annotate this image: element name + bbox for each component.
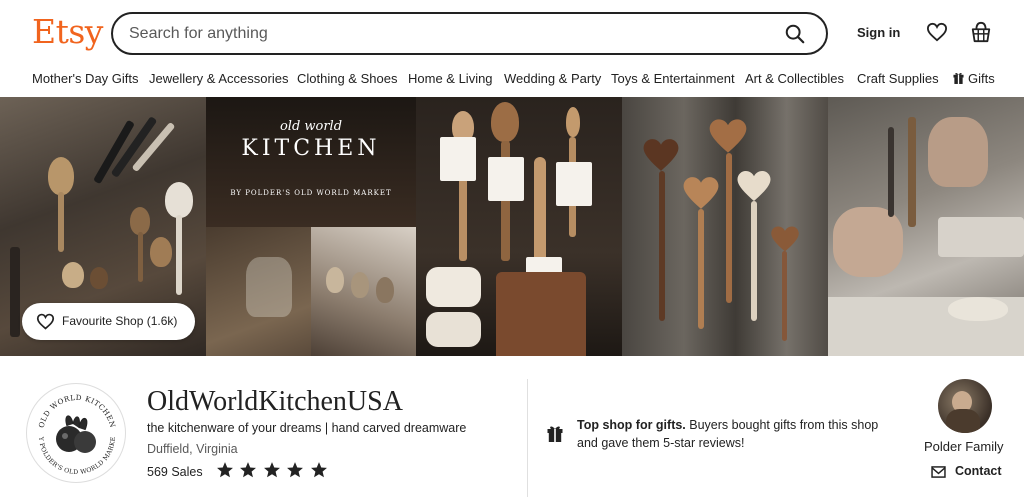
section-divider [527, 379, 528, 497]
shop-location: Duffield, Virginia [147, 442, 238, 456]
category-clothing-shoes[interactable]: Clothing & Shoes [297, 71, 397, 86]
shop-banner: old world KITCHEN BY POLDER'S OLD WORLD … [0, 97, 1024, 356]
kitchen-subtitle: BY POLDER'S OLD WORLD MARKET [230, 189, 392, 197]
category-gifts-label: Gifts [968, 71, 995, 86]
sign-in-link[interactable]: Sign in [857, 25, 900, 40]
shop-sales-count[interactable]: 569 Sales [147, 465, 203, 479]
gift-icon [953, 73, 964, 84]
banner-photo-packaged-spoons [416, 97, 622, 356]
shop-tagline: the kitchenware of your dreams | hand ca… [147, 421, 467, 435]
heart-icon [36, 313, 55, 330]
kitchen-big-title: KITCHEN [241, 136, 381, 161]
banner-photo-kitchen: old world KITCHEN BY POLDER'S OLD WORLD … [206, 97, 416, 356]
category-gifts[interactable]: Gifts [953, 71, 995, 86]
category-mothers-day-gifts[interactable]: Mother's Day Gifts [32, 71, 139, 86]
star-icon [310, 462, 327, 478]
search-bar[interactable] [111, 12, 828, 55]
category-craft-supplies[interactable]: Craft Supplies [857, 71, 939, 86]
category-toys-entertainment[interactable]: Toys & Entertainment [611, 71, 735, 86]
basket-icon[interactable] [970, 20, 992, 44]
favourite-shop-button[interactable]: Favourite Shop (1.6k) [22, 303, 195, 340]
top-shop-message: Top shop for gifts. Buyers bought gifts … [577, 416, 902, 452]
banner-photo-heart-spoons [622, 97, 828, 356]
category-wedding-party[interactable]: Wedding & Party [504, 71, 601, 86]
category-jewellery-accessories[interactable]: Jewellery & Accessories [149, 71, 288, 86]
owner-avatar[interactable] [938, 379, 992, 433]
contact-label: Contact [955, 464, 1002, 478]
favourite-shop-label: Favourite Shop (1.6k) [62, 314, 178, 328]
top-shop-heading: Top shop for gifts. [577, 418, 686, 432]
category-nav: Mother's Day Gifts Jewellery & Accessori… [0, 66, 1024, 94]
envelope-icon [931, 466, 946, 478]
category-home-living[interactable]: Home & Living [408, 71, 493, 86]
kitchen-title-overlay: old world KITCHEN BY POLDER'S OLD WORLD … [206, 119, 416, 197]
favourites-heart-icon[interactable] [926, 22, 948, 42]
owner-name[interactable]: Polder Family [924, 439, 1003, 454]
star-icon [287, 462, 304, 478]
site-header: Etsy Sign in [0, 0, 1024, 64]
etsy-logo[interactable]: Etsy [32, 12, 103, 51]
star-icon [217, 462, 233, 478]
kitchen-small-title: old world [279, 119, 343, 134]
shop-rating-stars[interactable] [216, 461, 329, 481]
star-icon [263, 462, 280, 478]
shop-logo[interactable]: OLD WORLD KITCHEN BY POLDER'S OLD WORLD … [26, 383, 126, 483]
gift-icon [547, 426, 563, 442]
search-input[interactable] [129, 23, 729, 45]
category-art-collectibles[interactable]: Art & Collectibles [745, 71, 844, 86]
shop-name: OldWorldKitchenUSA [147, 386, 403, 417]
search-icon[interactable] [784, 23, 806, 45]
banner-photo-carving-hands [828, 97, 1024, 356]
star-icon [240, 462, 257, 478]
shop-logo-emblem: OLD WORLD KITCHEN BY POLDER'S OLD WORLD … [27, 384, 117, 476]
